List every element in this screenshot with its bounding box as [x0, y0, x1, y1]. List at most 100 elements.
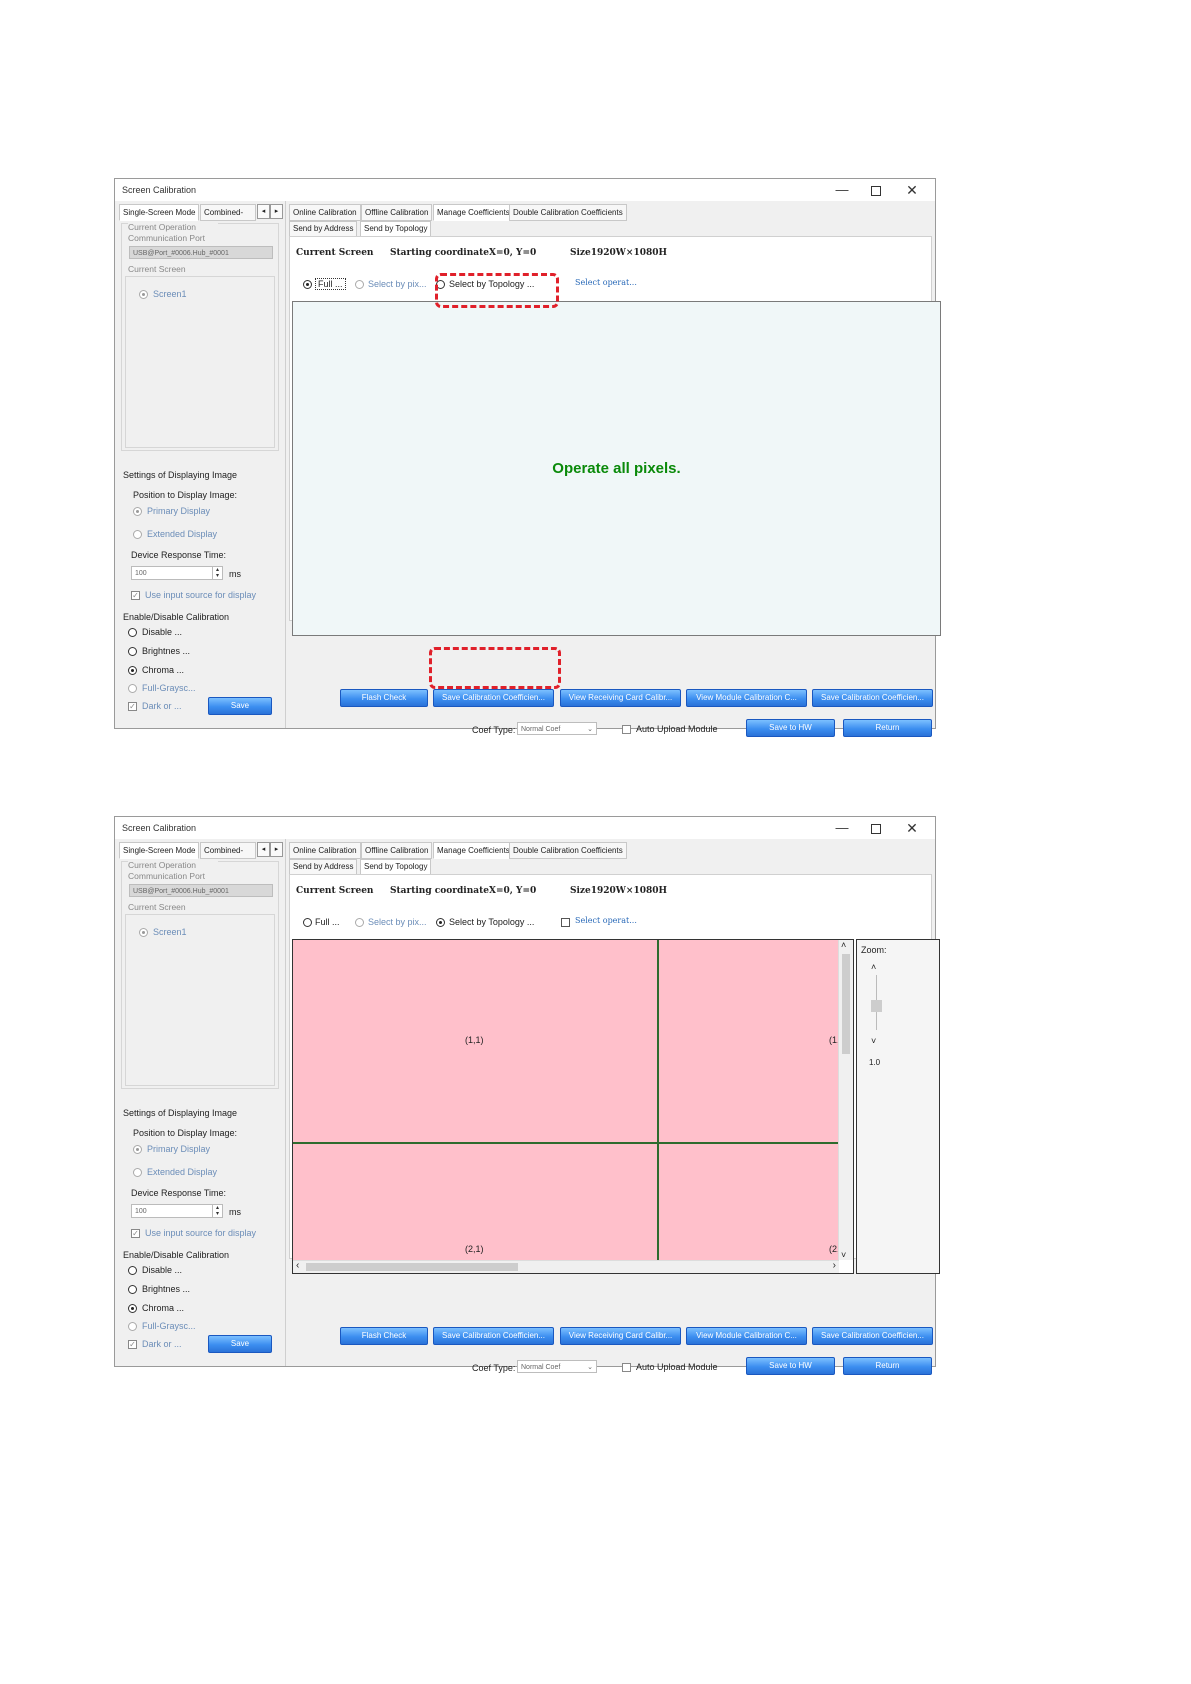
brightness-label: Brightnes ... [142, 646, 191, 656]
tab-online-calibration[interactable]: Online Calibration [289, 204, 361, 221]
auto-upload-checkbox[interactable] [622, 1363, 631, 1372]
screen1-radio[interactable] [139, 290, 148, 299]
topology-cell[interactable]: (1,1) [293, 940, 659, 1144]
tab-next-arrow[interactable]: ▸ [270, 204, 283, 219]
save-calibration-coef-button-2[interactable]: Save Calibration Coefficien... [812, 689, 933, 707]
zoom-up-icon[interactable]: ˄ [871, 962, 876, 972]
view-receiving-card-button[interactable]: View Receiving Card Calibr... [560, 1327, 681, 1345]
subtab-send-by-address[interactable]: Send by Address [289, 859, 358, 875]
screen1-radio[interactable] [139, 928, 148, 937]
save-button[interactable]: Save [208, 697, 272, 715]
operate-area[interactable]: Operate all pixels. [292, 301, 941, 636]
return-button[interactable]: Return [843, 719, 932, 737]
select-topology-radio[interactable] [436, 918, 445, 927]
subtab-send-by-address[interactable]: Send by Address [289, 221, 358, 237]
minimize-button[interactable]: — [825, 819, 859, 837]
disable-radio[interactable] [128, 628, 137, 637]
spin-arrows-icon[interactable]: ▴ ▾ [212, 1205, 222, 1217]
save-button[interactable]: Save [208, 1335, 272, 1353]
view-module-calibration-button[interactable]: View Module Calibration C... [686, 689, 807, 707]
minimize-button[interactable]: — [825, 181, 859, 199]
view-receiving-card-button[interactable]: View Receiving Card Calibr... [560, 689, 681, 707]
save-calibration-coef-button[interactable]: Save Calibration Coefficien... [433, 689, 554, 707]
topology-cell[interactable]: (2,1) [293, 1144, 659, 1260]
zoom-slider-thumb[interactable] [871, 1000, 882, 1012]
flash-check-button[interactable]: Flash Check [340, 1327, 428, 1345]
vertical-scrollbar[interactable]: ˄ ˅ [838, 940, 853, 1260]
full-grayscale-radio[interactable] [128, 1322, 137, 1331]
disable-radio[interactable] [128, 1266, 137, 1275]
zoom-down-icon[interactable]: ˅ [871, 1036, 876, 1046]
topology-cell[interactable]: (2,2 [659, 1144, 845, 1260]
full-radio[interactable] [303, 280, 312, 289]
response-time-input[interactable]: 100 ▴ ▾ [131, 1204, 223, 1218]
comm-port-select[interactable]: USB@Port_#0006.Hub_#0001 [129, 246, 273, 259]
coef-type-label: Coef Type: [472, 725, 516, 735]
coef-type-select[interactable]: Normal Coef ⌄ [517, 1360, 597, 1373]
brightness-radio[interactable] [128, 647, 137, 656]
primary-display-radio[interactable] [133, 1145, 142, 1154]
close-button[interactable]: ✕ [895, 819, 929, 837]
tab-offline-calibration[interactable]: Offline Calibration [361, 842, 433, 859]
full-radio[interactable] [303, 918, 312, 927]
spin-arrows-icon[interactable]: ▴ ▾ [212, 567, 222, 579]
tab-double-calibration[interactable]: Double Calibration Coefficients [509, 842, 627, 859]
tab-prev-arrow[interactable]: ◂ [257, 204, 270, 219]
horizontal-scrollbar[interactable]: ‹ › [293, 1260, 839, 1273]
chroma-radio[interactable] [128, 1304, 137, 1313]
subtab-send-by-topology[interactable]: Send by Topology [360, 859, 432, 875]
full-grayscale-radio[interactable] [128, 684, 137, 693]
primary-display-radio[interactable] [133, 507, 142, 516]
tab-offline-calibration[interactable]: Offline Calibration [361, 204, 433, 221]
vertical-scroll-thumb[interactable] [842, 954, 850, 1054]
maximize-button[interactable] [859, 819, 893, 837]
auto-upload-checkbox[interactable] [622, 725, 631, 734]
tab-manage-coefficients[interactable]: Manage Coefficients [433, 842, 514, 859]
extended-display-radio[interactable] [133, 530, 142, 539]
select-pixel-radio[interactable] [355, 280, 364, 289]
select-operate-checkbox[interactable] [561, 918, 570, 927]
save-to-hw-button[interactable]: Save to HW [746, 1357, 835, 1375]
tab-combined-screen[interactable]: Combined-Sc [200, 842, 256, 859]
use-input-source-checkbox[interactable]: ✓ [131, 1229, 140, 1238]
response-time-input[interactable]: 100 ▴ ▾ [131, 566, 223, 580]
maximize-button[interactable] [859, 181, 893, 199]
close-button[interactable]: ✕ [895, 181, 929, 199]
tab-single-screen-mode[interactable]: Single-Screen Mode [119, 842, 200, 859]
tab-combined-screen[interactable]: Combined-Sc [200, 204, 256, 221]
tab-double-calibration[interactable]: Double Calibration Coefficients [509, 204, 627, 221]
return-button[interactable]: Return [843, 1357, 932, 1375]
display-settings-title: Settings of Displaying Image [123, 470, 238, 480]
subtab-send-by-topology[interactable]: Send by Topology [360, 221, 432, 237]
save-calibration-coef-button-2[interactable]: Save Calibration Coefficien... [812, 1327, 933, 1345]
horizontal-scroll-thumb[interactable] [306, 1263, 518, 1271]
chroma-radio[interactable] [128, 666, 137, 675]
select-pixel-radio[interactable] [355, 918, 364, 927]
save-to-hw-button[interactable]: Save to HW [746, 719, 835, 737]
coef-type-select[interactable]: Normal Coef ⌄ [517, 722, 597, 735]
tab-online-calibration[interactable]: Online Calibration [289, 842, 361, 859]
response-time-value: 100 [135, 1208, 147, 1215]
brightness-radio[interactable] [128, 1285, 137, 1294]
tab-next-arrow[interactable]: ▸ [270, 842, 283, 857]
view-module-calibration-button[interactable]: View Module Calibration C... [686, 1327, 807, 1345]
tab-manage-coefficients[interactable]: Manage Coefficients [433, 204, 514, 221]
topology-grid[interactable]: (1,1) (1,2 (2,1) (2,2 ˄ ˅ ‹ › [292, 939, 854, 1274]
dark-checkbox[interactable]: ✓ [128, 1340, 137, 1349]
full-label: Full ... [315, 917, 340, 927]
current-screen-title: Current Screen [128, 902, 186, 912]
topology-cell[interactable]: (1,2 [659, 940, 845, 1144]
flash-check-button[interactable]: Flash Check [340, 689, 428, 707]
tab-single-screen-mode[interactable]: Single-Screen Mode [119, 204, 200, 221]
scroll-right-icon[interactable]: › [833, 1260, 836, 1271]
extended-display-radio[interactable] [133, 1168, 142, 1177]
dark-checkbox[interactable]: ✓ [128, 702, 137, 711]
display-settings-title: Settings of Displaying Image [123, 1108, 238, 1118]
save-calibration-coef-button[interactable]: Save Calibration Coefficien... [433, 1327, 554, 1345]
scroll-up-icon[interactable]: ˄ [841, 940, 846, 950]
tab-prev-arrow[interactable]: ◂ [257, 842, 270, 857]
scroll-left-icon[interactable]: ‹ [296, 1260, 299, 1271]
scroll-down-icon[interactable]: ˅ [841, 1250, 846, 1260]
use-input-source-checkbox[interactable]: ✓ [131, 591, 140, 600]
comm-port-select[interactable]: USB@Port_#0006.Hub_#0001 [129, 884, 273, 897]
